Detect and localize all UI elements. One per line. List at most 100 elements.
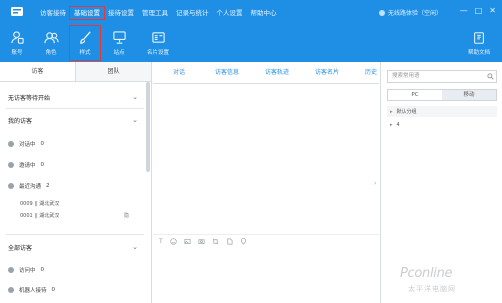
tab-pc[interactable]: PC <box>388 90 442 100</box>
screenshot-icon[interactable] <box>198 238 205 245</box>
caret-right-icon: ▸ <box>390 121 393 128</box>
tab-visitors[interactable]: 访客 <box>0 62 76 81</box>
list-item-label: 机器人接待 <box>19 288 47 294</box>
status-dot-icon <box>378 9 385 16</box>
menu-item-help-center[interactable]: 帮助中心 <box>247 7 281 19</box>
status-text: 无线路体验（空闲） <box>387 10 442 17</box>
crop-icon[interactable] <box>212 238 219 245</box>
scrollbar[interactable] <box>146 82 150 172</box>
window-controls: — □ ✕ <box>460 6 496 15</box>
top-header: 访客接待 基础设置 接待设置 管理工具 记录与统计 个人设置 帮助中心 无线路体… <box>0 0 502 62</box>
person-icon <box>10 31 24 44</box>
divider <box>6 108 144 109</box>
tool-style-label: 样式 <box>79 50 91 56</box>
search-icon[interactable] <box>487 73 494 80</box>
tool-help-docs[interactable]: 帮助文档 <box>462 24 496 62</box>
status-dot-icon <box>8 287 14 293</box>
list-item-count: 0 <box>51 287 56 293</box>
tab-visitor-track[interactable]: 访客轨迹 <box>265 62 289 84</box>
book-icon <box>474 31 484 44</box>
list-item-visiting[interactable]: 访问中 0 <box>8 264 44 276</box>
section-waiting-label: 无访客等待开始 <box>8 94 51 102</box>
visitor-entry[interactable]: 0001 || 湖北武汉 <box>20 210 59 220</box>
status-dot-icon <box>8 141 14 147</box>
tab-mobile[interactable]: 移动 <box>442 90 496 100</box>
caret-right-icon: ▸ <box>390 108 393 115</box>
card-icon <box>151 32 165 43</box>
status-dot-icon <box>8 162 14 168</box>
device-tabs: PC 移动 <box>387 89 497 101</box>
menu-item-personal-settings[interactable]: 个人设置 <box>213 7 247 19</box>
tool-role[interactable]: 角色 <box>34 24 68 62</box>
list-item-chatting[interactable]: 对话中 0 <box>8 138 44 150</box>
brush-icon <box>79 31 91 44</box>
image-icon[interactable] <box>184 238 191 245</box>
file-icon[interactable] <box>226 238 233 245</box>
search-input[interactable]: 搜索常用语 <box>387 70 497 83</box>
menu-item-reception[interactable]: 访客接待 <box>36 7 70 19</box>
list-item-label: 访问中 <box>19 268 36 274</box>
tool-style[interactable]: 样式 <box>68 24 102 62</box>
tool-help-docs-label: 帮助文档 <box>467 49 490 56</box>
tab-visitor-info[interactable]: 访客信息 <box>215 62 239 84</box>
watermark-logo: Pconline <box>400 266 453 281</box>
section-all-visitors-label: 全部访客 <box>8 244 33 252</box>
tab-history[interactable]: 历史 <box>365 62 377 84</box>
tool-site-label: 站点 <box>113 50 125 56</box>
menu-item-records-stats[interactable]: 记录与统计 <box>172 7 213 19</box>
status-dot-icon <box>8 267 14 273</box>
section-my-visitors-label: 我的访客 <box>8 117 33 125</box>
reply-group[interactable]: ▸ 4 <box>387 119 497 130</box>
location-icon[interactable] <box>240 238 247 245</box>
tool-role-label: 角色 <box>45 50 57 56</box>
panel-collapse-icon[interactable]: › <box>374 180 376 187</box>
tab-conversation[interactable]: 对话 <box>173 62 185 84</box>
conversation-tabs: 对话 访客信息 访客轨迹 访客名片 历史 <box>153 62 379 84</box>
list-item-count: 0 <box>40 267 45 273</box>
list-item-label: 邀请中 <box>19 163 36 169</box>
close-icon[interactable]: ✕ <box>489 6 496 15</box>
users-icon <box>43 32 59 44</box>
chevron-down-icon: ⌄ <box>132 243 138 251</box>
menu-item-reception-settings[interactable]: 接待设置 <box>104 7 138 19</box>
list-item-count: 0 <box>40 141 45 147</box>
tool-card-settings-label: 名片设置 <box>146 50 169 56</box>
tool-account[interactable]: 账号 <box>0 24 34 62</box>
app-logo-icon <box>11 7 23 16</box>
tab-team[interactable]: 团队 <box>76 62 151 81</box>
reply-group-label: 4 <box>396 121 400 128</box>
list-item-count: 2 <box>46 183 50 189</box>
visitor-entry[interactable]: 0009 || 湖北武汉 <box>20 198 59 208</box>
section-waiting[interactable]: 无访客等待开始 ⌄ <box>0 90 148 104</box>
status-indicator[interactable]: 无线路体验（空闲） <box>378 8 442 17</box>
compose-toolbar: T <box>153 234 379 248</box>
list-item-inviting[interactable]: 邀请中 0 <box>8 159 44 171</box>
toolbar: 账号 角色 样式 站点 名片设置 <box>0 24 180 62</box>
visitor-panel: 访客 团队 无访客等待开始 ⌄ 我的访客 ⌄ 对话中 0 邀请中 0 最近沟通 … <box>0 62 152 303</box>
tab-visitor-card[interactable]: 访客名片 <box>315 62 339 84</box>
section-my-visitors[interactable]: 我的访客 ⌄ <box>0 113 148 127</box>
menu-item-basic-settings[interactable]: 基础设置 <box>69 6 105 20</box>
reply-group[interactable]: ▸ 默认分组 <box>387 106 497 117</box>
list-item-count: 0 <box>40 162 45 168</box>
minimize-icon[interactable]: — <box>460 6 468 15</box>
tool-site[interactable]: 站点 <box>102 24 136 62</box>
section-all-visitors[interactable]: 全部访客 ⌄ <box>0 240 148 254</box>
reply-group-label: 默认分组 <box>396 109 417 115</box>
emoji-icon[interactable] <box>170 238 177 245</box>
text-format-icon[interactable]: T <box>159 238 163 245</box>
watermark-subtitle: 太平洋电脑网 <box>408 285 456 293</box>
tool-card-settings[interactable]: 名片设置 <box>136 24 180 62</box>
chevron-down-icon: ⌄ <box>132 93 138 101</box>
visitor-panel-tabs: 访客 团队 <box>0 62 151 82</box>
menu-item-management-tools[interactable]: 管理工具 <box>138 7 172 19</box>
tool-account-label: 账号 <box>11 50 23 56</box>
maximize-icon[interactable]: □ <box>475 6 483 15</box>
conversation-panel: 对话 访客信息 访客轨迹 访客名片 历史 T <box>153 62 379 303</box>
list-item-bot-reception[interactable]: 机器人接待 0 <box>8 284 55 296</box>
chevron-down-icon: ⌄ <box>132 116 138 124</box>
list-item-recent[interactable]: 最近沟通 2 <box>8 180 50 192</box>
divider <box>6 234 144 235</box>
main-menu: 访客接待 基础设置 接待设置 管理工具 记录与统计 个人设置 帮助中心 <box>36 6 281 20</box>
list-item-label: 最近沟通 <box>19 184 42 190</box>
